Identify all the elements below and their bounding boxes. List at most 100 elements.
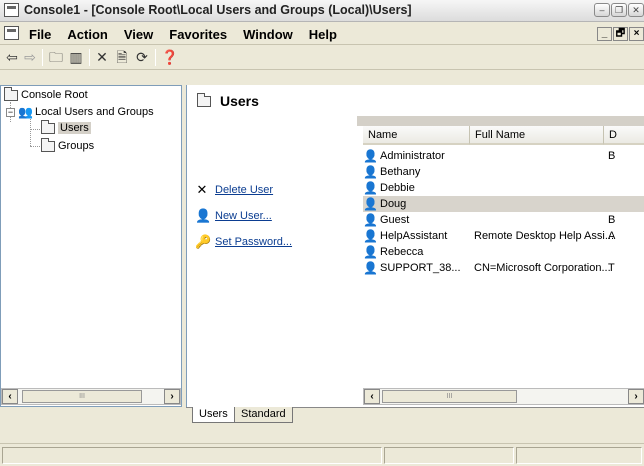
user-icon: 👤 xyxy=(363,181,378,195)
cell-description: A xyxy=(608,230,616,242)
status-cell-2 xyxy=(384,447,514,464)
tree-item-users[interactable]: Users xyxy=(41,119,91,134)
user-name: Guest xyxy=(380,214,410,226)
task-delete-user[interactable]: ✕ Delete User xyxy=(195,182,292,198)
menu-window[interactable]: Window xyxy=(243,27,293,42)
list-header: Name Full Name D xyxy=(363,126,644,145)
window-controls: – ❐ ✕ xyxy=(594,3,644,17)
task-list: ✕ Delete User 👤 New User... 🔑 Set Passwo… xyxy=(195,182,292,250)
user-icon: 👤 xyxy=(363,229,378,243)
scroll-right-icon[interactable]: › xyxy=(164,389,180,404)
menu-file[interactable]: File xyxy=(29,27,51,42)
menu-bar: File Action View Favorites Window Help _… xyxy=(0,23,644,45)
menu-help[interactable]: Help xyxy=(309,27,337,42)
tab-extended[interactable]: Users xyxy=(192,407,235,423)
user-icon: 👤 xyxy=(363,149,378,163)
child-restore-button[interactable]: 🗗 xyxy=(613,27,628,41)
column-name[interactable]: Name xyxy=(363,126,470,145)
table-row[interactable]: 👤 Rebecca xyxy=(363,244,644,260)
table-row[interactable]: 👤 Debbie xyxy=(363,180,644,196)
status-cell-main xyxy=(2,447,382,464)
user-name: Administrator xyxy=(380,150,445,162)
show-hide-tree-icon[interactable]: ▥ xyxy=(68,49,84,66)
folder-icon xyxy=(197,92,211,107)
user-name: Rebecca xyxy=(380,246,424,258)
user-name: Doug xyxy=(380,198,407,210)
key-icon: 🔑 xyxy=(195,234,212,249)
tree-item-console-root[interactable]: Console Root xyxy=(4,86,88,101)
child-window-controls: _ 🗗 × xyxy=(597,27,644,41)
disabled-user-icon: 👤 xyxy=(363,197,378,211)
properties-icon[interactable]: 🗎 xyxy=(114,49,130,66)
table-row[interactable]: 👤 SUPPORT_38... CN=Microsoft Corporation..… xyxy=(363,260,644,276)
folder-icon xyxy=(4,86,18,101)
table-row[interactable]: 👤 Doug xyxy=(363,196,644,212)
folder-open-icon xyxy=(41,119,55,134)
users-list[interactable]: Name Full Name D 👤 Administrator B 👤 Bethany… xyxy=(363,126,644,405)
back-icon[interactable]: ⇦ xyxy=(5,49,19,66)
table-row[interactable]: 👤 HelpAssistant Remote Desktop Help Assi..… xyxy=(363,228,644,244)
user-name: Debbie xyxy=(380,182,415,194)
child-minimize-button[interactable]: _ xyxy=(597,27,612,41)
user-name: HelpAssistant xyxy=(380,230,448,242)
scroll-thumb[interactable]: III xyxy=(382,390,517,403)
cell-full-name: Remote Desktop Help Assi... xyxy=(474,230,615,242)
user-icon: 👤 xyxy=(363,213,378,227)
child-window-icon[interactable] xyxy=(4,26,19,40)
list-hscrollbar[interactable]: ‹ III › xyxy=(363,388,644,405)
folder-icon xyxy=(41,137,55,152)
task-new-user[interactable]: 👤 New User... xyxy=(195,208,292,224)
close-button[interactable]: ✕ xyxy=(628,3,644,17)
console-tree[interactable]: Console Root − 👥 Local Users and Groups … xyxy=(0,85,182,407)
menu-action[interactable]: Action xyxy=(67,27,107,42)
mmc-app-icon[interactable] xyxy=(4,3,19,17)
details-pane: Users ✕ Delete User 👤 New User... 🔑 Set … xyxy=(186,85,644,407)
minimize-button[interactable]: – xyxy=(594,3,610,17)
delete-icon[interactable]: ✕ xyxy=(94,49,110,66)
cell-description: B xyxy=(608,150,616,162)
cell-description: T xyxy=(608,262,615,274)
table-row[interactable]: 👤 Bethany xyxy=(363,164,644,180)
user-name: Bethany xyxy=(380,166,421,178)
delete-icon: ✕ xyxy=(196,182,208,197)
user-icon: 👤 xyxy=(363,245,378,259)
column-full-name[interactable]: Full Name xyxy=(470,126,604,145)
status-bar xyxy=(0,443,644,466)
menu-favorites[interactable]: Favorites xyxy=(169,27,227,42)
tree-item-groups[interactable]: Groups xyxy=(41,137,94,152)
scroll-right-icon[interactable]: › xyxy=(628,389,644,404)
scroll-left-icon[interactable]: ‹ xyxy=(364,389,380,404)
table-row[interactable]: 👤 Administrator B xyxy=(363,148,644,164)
cell-description: B xyxy=(608,214,616,226)
child-close-button[interactable]: × xyxy=(629,27,644,41)
view-tabs: Users Standard xyxy=(186,407,644,423)
task-set-password[interactable]: 🔑 Set Password... xyxy=(195,234,292,250)
cell-full-name: CN=Microsoft Corporation... xyxy=(474,262,611,274)
cell-name: 👤 SUPPORT_38... xyxy=(363,261,470,275)
refresh-icon[interactable]: ⟳ xyxy=(134,49,150,66)
column-description[interactable]: D xyxy=(604,126,644,145)
collapse-icon[interactable]: − xyxy=(6,107,15,117)
cell-name: 👤 Rebecca xyxy=(363,245,470,259)
up-level-icon[interactable]: 🗀 xyxy=(48,49,64,66)
scroll-left-icon[interactable]: ‹ xyxy=(2,389,18,404)
new-user-icon: 👤 xyxy=(195,208,212,223)
pane-title: Users xyxy=(220,93,259,109)
help-icon[interactable]: ❓ xyxy=(161,49,178,66)
cell-name: 👤 Debbie xyxy=(363,181,470,195)
toolbar: ⇦ ⇨ 🗀 ▥ ✕ 🗎 ⟳ ❓ xyxy=(0,46,644,70)
window-title: Console1 - [Console Root\Local Users and… xyxy=(24,3,412,17)
tree-hscrollbar[interactable]: ‹ III › xyxy=(1,388,181,405)
menu-view[interactable]: View xyxy=(124,27,153,42)
restore-button[interactable]: ❐ xyxy=(611,3,627,17)
forward-icon[interactable]: ⇨ xyxy=(23,49,37,66)
table-row[interactable]: 👤 Guest B xyxy=(363,212,644,228)
tab-standard[interactable]: Standard xyxy=(234,407,293,423)
tree-item-local-users-groups[interactable]: − 👥 Local Users and Groups xyxy=(6,105,154,119)
pane-header: Users xyxy=(187,85,644,116)
status-cell-3 xyxy=(516,447,642,464)
user-icon: 👤 xyxy=(363,165,378,179)
scroll-thumb[interactable]: III xyxy=(22,390,142,403)
user-name: SUPPORT_38... xyxy=(380,262,461,274)
title-bar: Console1 - [Console Root\Local Users and… xyxy=(0,0,644,22)
